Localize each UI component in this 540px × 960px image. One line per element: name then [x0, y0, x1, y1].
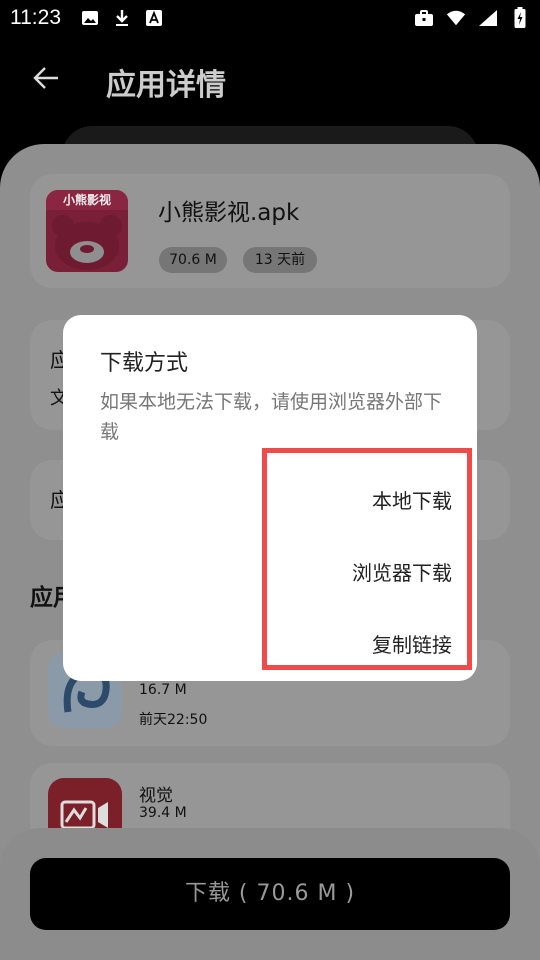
- wifi-icon: [446, 8, 466, 28]
- dialog-message: 如果本地无法下载，请使用浏览器外部下载: [100, 391, 443, 443]
- back-arrow-icon[interactable]: [30, 62, 62, 94]
- status-bar: 11:23: [0, 0, 540, 36]
- status-time: 11:23: [10, 6, 61, 29]
- signal-icon: [478, 8, 498, 28]
- app-logo-text: 小熊影视: [46, 190, 128, 210]
- image-notification-icon: [80, 8, 100, 28]
- briefcase-icon: [414, 8, 434, 28]
- app-time: 前天22:50: [139, 712, 208, 728]
- dialog-title: 下载方式: [100, 351, 189, 376]
- download-button[interactable]: 下载 ( 70.6 M ): [30, 858, 510, 930]
- font-notification-icon: [144, 8, 164, 28]
- app-logo: 小熊影视: [46, 190, 128, 272]
- app-size: 16.7 M: [139, 682, 187, 698]
- page-title: 应用详情: [106, 68, 226, 103]
- size-badge: 70.6 M: [159, 247, 227, 273]
- app-size: 39.4 M: [139, 805, 187, 821]
- app-name: 视觉: [139, 786, 173, 806]
- app-file-name: 小熊影视.apk: [158, 200, 300, 226]
- download-notification-icon: [112, 8, 132, 28]
- app-bar: 应用详情: [0, 36, 540, 128]
- highlight-box: [262, 448, 472, 670]
- battery-icon: [510, 7, 530, 28]
- date-badge: 13 天前: [243, 247, 317, 273]
